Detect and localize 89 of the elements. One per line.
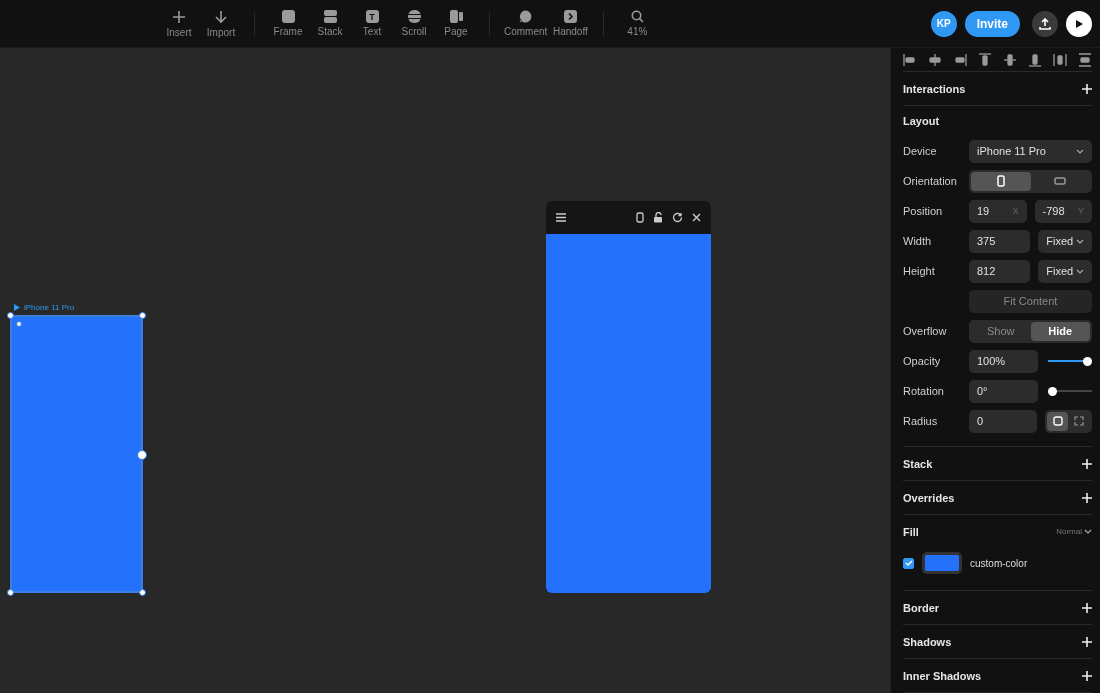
toolbar-tool[interactable]: Handoff — [549, 10, 592, 37]
phone-icon[interactable] — [636, 212, 644, 223]
align-bottom-icon[interactable] — [1028, 52, 1042, 67]
toolbar-tool[interactable]: 41% — [616, 10, 659, 37]
chevron-down-icon — [1076, 238, 1084, 244]
share-button[interactable] — [1032, 10, 1058, 37]
size-field[interactable]: 375 — [969, 229, 1031, 253]
download-arrow-icon — [214, 9, 228, 24]
orientation-option[interactable] — [971, 171, 1031, 191]
toolbar-tool[interactable]: Import — [200, 9, 242, 38]
chevron-down-icon — [1076, 268, 1084, 274]
scroll-icon — [407, 10, 421, 23]
color-name: custom-color — [970, 557, 1028, 569]
text-icon: T — [365, 10, 379, 23]
add-icon[interactable] — [1082, 636, 1092, 647]
add-icon[interactable] — [1082, 492, 1092, 503]
property-label: Opacity — [903, 355, 942, 367]
portrait-icon — [996, 175, 1005, 187]
section-title: Interactions — [903, 82, 966, 95]
section-title: Inner Shadows — [903, 669, 982, 682]
toolbar-tool[interactable]: Stack — [309, 10, 351, 37]
section-title: Border — [903, 601, 940, 614]
fill-checkbox[interactable] — [903, 557, 914, 569]
distribute-vertical-icon[interactable] — [1078, 52, 1092, 67]
toolbar-tool[interactable]: Page — [435, 10, 477, 37]
invite-button[interactable]: Invite — [964, 10, 1020, 37]
align-middle-icon[interactable] — [1003, 52, 1017, 67]
frame-label[interactable]: iPhone 11 Pro — [14, 303, 75, 312]
close-icon[interactable] — [692, 213, 701, 222]
page-icon — [449, 10, 463, 23]
mode-select[interactable]: Fixed — [1038, 229, 1092, 253]
fit-content-button[interactable]: Fit Content — [969, 289, 1092, 313]
device-select[interactable]: iPhone 11 Pro — [969, 139, 1092, 163]
corner-option[interactable] — [1046, 411, 1069, 431]
align-center-icon[interactable] — [928, 52, 942, 67]
handoff-icon — [563, 10, 577, 23]
toolbar-tool[interactable]: Frame — [267, 10, 309, 37]
toolbar-tool[interactable]: Insert — [158, 9, 200, 38]
play-button[interactable] — [1066, 10, 1092, 37]
stack-icon — [323, 10, 337, 23]
add-icon[interactable] — [1082, 458, 1092, 469]
align-top-icon[interactable] — [978, 52, 992, 67]
color-swatch[interactable] — [922, 552, 962, 574]
landscape-icon — [1054, 177, 1067, 185]
toolbar-tool[interactable]: Comment — [502, 10, 550, 37]
property-label: Device — [903, 145, 938, 157]
menu-icon[interactable] — [556, 213, 566, 222]
chevron-down-icon — [1076, 148, 1084, 154]
add-icon[interactable] — [1082, 602, 1092, 613]
add-icon[interactable] — [1082, 670, 1092, 681]
section-title: Overrides — [903, 491, 955, 504]
value-field[interactable]: 0° — [969, 379, 1038, 403]
upload-icon — [1039, 17, 1051, 30]
property-label: Height — [903, 265, 936, 277]
section-title: Layout — [903, 115, 940, 127]
property-label: Radius — [903, 415, 939, 427]
align-left-icon[interactable] — [903, 52, 917, 67]
section-title: Stack — [903, 457, 933, 470]
property-label: Overflow — [903, 325, 948, 337]
refresh-icon[interactable] — [672, 212, 683, 223]
corners-icon — [1074, 416, 1085, 426]
distribute-horizontal-icon[interactable] — [1053, 52, 1067, 67]
overflow-option[interactable]: Show — [971, 321, 1031, 341]
property-label: Rotation — [903, 385, 945, 397]
chevron-down-icon — [1084, 529, 1092, 534]
play-icon — [1074, 18, 1084, 29]
property-label: Orientation — [903, 175, 958, 187]
overflow-option[interactable]: Hide — [1030, 321, 1090, 341]
plus-icon — [172, 9, 186, 24]
section-title: Shadows — [903, 635, 952, 648]
size-field[interactable]: 812 — [969, 259, 1031, 283]
mode-select[interactable]: Fixed — [1038, 259, 1092, 283]
rounded-square-icon — [1052, 416, 1063, 426]
align-right-icon[interactable] — [953, 52, 967, 67]
radius-field[interactable]: 0 — [969, 409, 1037, 433]
frame-icon — [281, 10, 295, 23]
triangle-icon — [14, 304, 20, 311]
comment-icon — [519, 10, 533, 23]
user-avatar[interactable]: KP — [930, 10, 957, 37]
blend-mode-select[interactable]: Normal — [1056, 527, 1092, 536]
toolbar-tool[interactable]: T Text — [351, 10, 393, 37]
toolbar-tool[interactable]: Scroll — [393, 10, 435, 37]
unlock-icon[interactable] — [653, 212, 663, 223]
search-icon — [630, 10, 644, 23]
add-icon[interactable] — [1082, 83, 1092, 94]
property-label: Width — [903, 235, 933, 247]
value-field[interactable]: 100% — [969, 349, 1038, 373]
property-label: Position — [903, 205, 944, 217]
section-title: Fill — [903, 525, 919, 538]
